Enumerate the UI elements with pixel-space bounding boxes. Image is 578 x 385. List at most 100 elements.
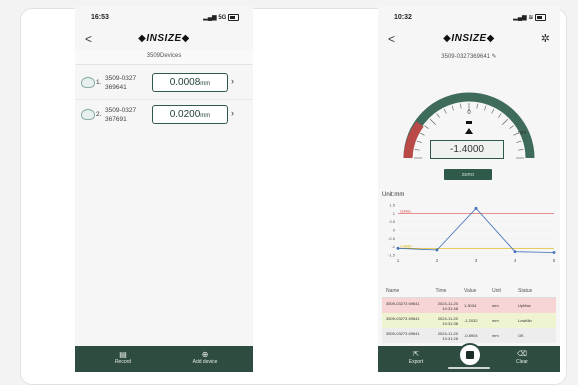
- cell-unit: mm: [492, 318, 499, 323]
- x-tick-label: 3: [475, 258, 478, 263]
- data-point: [474, 206, 478, 210]
- status-bar: 10:32 ▂▄▆ ≋: [378, 6, 560, 30]
- gauge-tick: [476, 103, 478, 109]
- export-tab[interactable]: ⇱ Export: [396, 351, 436, 365]
- gauge-tick: [416, 140, 422, 143]
- gauge-marker: [466, 121, 472, 124]
- y-tick-label: 1.5: [389, 203, 395, 208]
- nav-bar: < ◆INSIZE◆: [75, 30, 253, 50]
- status-time: 16:53: [91, 14, 109, 21]
- stop-button[interactable]: [458, 343, 482, 367]
- device-serial: 3509-0327 367691: [105, 107, 137, 123]
- bottom-tab-bar: ▤ Record ⊕ Add device: [75, 346, 253, 372]
- y-tick-label: 0: [393, 228, 396, 233]
- gauge-tick: [429, 118, 436, 125]
- gauge-tick: [460, 103, 462, 109]
- col-name: Name: [386, 288, 400, 294]
- cell-name: 3509-03273 69641: [386, 301, 420, 306]
- clear-label: Clear: [516, 359, 528, 365]
- battery-icon: [228, 14, 239, 21]
- device-row[interactable]: 2. 3509-0327 367691 0.0200mm ›: [75, 103, 253, 129]
- device-index: 1.: [96, 79, 102, 86]
- add-device-tab[interactable]: ⊕ Add device: [185, 350, 225, 365]
- gauge-zero-label: 0: [467, 110, 471, 116]
- device-reading: 0.0008mm: [152, 73, 228, 92]
- gauge-tick: [443, 108, 447, 114]
- gauge-tick: [509, 125, 514, 129]
- y-tick-label: -1.5: [388, 253, 396, 258]
- y-tick-label: 0.5: [389, 219, 395, 224]
- gauge-reading: -1.4000: [430, 140, 504, 159]
- cell-time: 2024-11-20 10:31:28: [437, 331, 458, 341]
- brand-logo: ◆INSIZE◆: [443, 33, 495, 44]
- x-tick-label: 2: [436, 258, 439, 263]
- gauge-unit: mm: [518, 130, 526, 136]
- chevron-right-icon[interactable]: ›: [231, 76, 234, 86]
- device-icon: [81, 109, 95, 120]
- left-phone-screen: 16:53 ▂▄▆ 5G < ◆INSIZE◆ 3509Devices 1. 3…: [75, 6, 253, 372]
- table-row[interactable]: 3509-03273 69641 2024-11-20 10:31:38 -1.…: [382, 313, 556, 328]
- cell-status: UpMax: [518, 303, 531, 308]
- gauge-tick: [498, 113, 502, 118]
- device-row[interactable]: 1. 3509-0327 369641 0.0008mm ›: [75, 71, 253, 100]
- gauge-tick: [419, 132, 425, 136]
- cell-time: 2024-11-20 10:31:48: [437, 301, 458, 311]
- gear-icon[interactable]: ✲: [541, 32, 550, 45]
- clear-tab[interactable]: ⌫ Clear: [502, 351, 542, 365]
- home-indicator: [448, 367, 490, 369]
- edit-icon[interactable]: ✎: [492, 54, 497, 60]
- col-time: Time: [435, 288, 447, 294]
- chevron-right-icon[interactable]: ›: [231, 108, 234, 118]
- cell-name: 3509-03273 69641: [386, 316, 420, 321]
- gauge-tick: [518, 149, 524, 151]
- zero-button[interactable]: ZERO: [444, 169, 492, 180]
- gauge-tick: [436, 113, 440, 118]
- status-time: 10:32: [394, 14, 412, 21]
- brand-logo: ◆INSIZE◆: [138, 33, 190, 44]
- y-tick-label: -1: [391, 244, 395, 249]
- signal-label: 5G: [218, 15, 227, 22]
- gauge-tick: [516, 140, 522, 143]
- cell-name: 3509-03273 69641: [386, 331, 420, 336]
- gauge-tick: [451, 105, 454, 111]
- export-label: Export: [408, 359, 424, 365]
- col-value: Value: [464, 288, 477, 294]
- status-icons: ▂▄▆ 5G: [203, 14, 239, 21]
- record-label: Record: [114, 359, 132, 365]
- data-point: [396, 246, 400, 250]
- clear-icon: ⌫: [517, 351, 527, 358]
- device-index: 2.: [96, 111, 102, 118]
- col-status: Status: [518, 288, 533, 294]
- cell-status: OK: [518, 333, 524, 338]
- add-device-label: Add device: [192, 359, 218, 365]
- y-tick-label: 1: [393, 211, 396, 216]
- line-chart: 1.510.50-0.5-1-1.51 2 3 4 5UpMaxLowMin: [388, 203, 556, 264]
- y-tick-label: -0.5: [388, 236, 396, 241]
- chart-unit-label: Unit:mm: [382, 192, 405, 198]
- nav-bar: < ◆INSIZE◆ ✲: [378, 30, 560, 50]
- data-point: [513, 250, 517, 254]
- record-tab[interactable]: ▤ Record: [103, 350, 143, 365]
- cell-unit: mm: [492, 303, 499, 308]
- table-row[interactable]: 3509-03273 69641 2024-11-20 10:31:48 1.3…: [382, 298, 556, 313]
- back-button[interactable]: <: [85, 32, 92, 46]
- reference-label: UpMax: [400, 209, 411, 213]
- record-icon: ▤: [119, 350, 127, 359]
- gauge-tick: [424, 125, 429, 129]
- export-icon: ⇱: [413, 351, 419, 358]
- cell-value: -0.8904: [464, 333, 478, 338]
- row-divider: [75, 99, 253, 100]
- back-button[interactable]: <: [388, 32, 395, 46]
- data-point: [552, 251, 556, 254]
- gauge-tick: [502, 118, 509, 125]
- device-reading: 0.0200mm: [152, 105, 228, 124]
- battery-icon: [535, 14, 546, 21]
- cell-time: 2024-11-20 10:31:38: [437, 316, 458, 326]
- x-tick-label: 1: [397, 258, 400, 263]
- status-icons: ▂▄▆ ≋: [513, 14, 546, 21]
- status-bar: 16:53 ▂▄▆ 5G: [75, 6, 253, 30]
- gauge-pointer-icon: [465, 128, 473, 134]
- table-header: Name Time Value Unit Status: [382, 284, 556, 298]
- bottom-tab-bar: ⇱ Export ⌫ Clear: [378, 343, 560, 372]
- table-row[interactable]: 3509-03273 69641 2024-11-20 10:31:28 -0.…: [382, 328, 556, 343]
